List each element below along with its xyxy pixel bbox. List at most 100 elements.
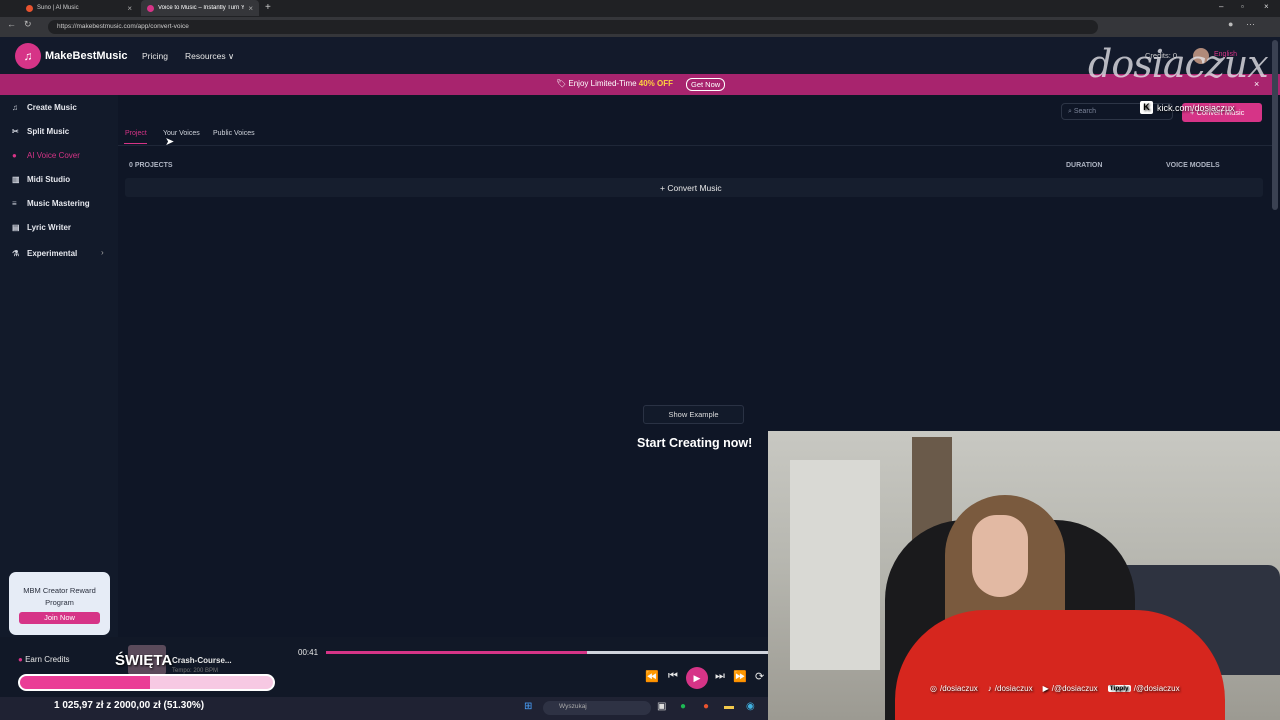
- get-now-button[interactable]: Get Now: [686, 78, 726, 91]
- instagram-icon: ◎: [930, 684, 937, 693]
- progress-fill: [326, 651, 587, 654]
- sidebar-item-label: Lyric Writer: [27, 222, 72, 232]
- fast-forward-icon[interactable]: ⏩: [733, 670, 747, 683]
- tab-title: Suno | AI Music: [37, 5, 79, 11]
- windows-start-icon[interactable]: ⊞: [524, 701, 532, 712]
- nav-resources-label: Resources: [185, 51, 226, 61]
- previous-icon[interactable]: ⏮: [668, 670, 678, 683]
- taskbar-search-input[interactable]: Wyszukaj: [543, 701, 651, 715]
- column-voice-models: VOICE MODELS: [1166, 162, 1220, 169]
- sidebar-item-label: Split Music: [27, 126, 70, 136]
- repeat-icon[interactable]: ⟳: [755, 670, 764, 683]
- search-placeholder: Search: [1073, 108, 1097, 115]
- app-icon[interactable]: ●: [703, 701, 709, 712]
- promo-text: 🏷 Enjoy Limited-Time 40% OFF: [556, 79, 673, 88]
- minimize-icon[interactable]: –: [1219, 2, 1223, 11]
- sidebar-item-experimental[interactable]: ⚗ Experimental: [12, 246, 77, 260]
- social-links-overlay: ◎/dosiaczux ♪/dosiaczux ▶/@dosiaczux Tip…: [930, 684, 1180, 693]
- track-title: Crash-Course...: [172, 656, 232, 665]
- nav-resources[interactable]: Resources ∨: [185, 51, 234, 62]
- tab-title: Voice to Music – Instantly Turn Yo: [158, 5, 245, 11]
- sidebar-item-music-mastering[interactable]: ≡ Music Mastering: [12, 196, 90, 210]
- promo-discount: 40% OFF: [638, 79, 674, 88]
- equalizer-icon: ≡: [12, 198, 17, 208]
- stream-title-overlay: ŚWIĘTA: [115, 652, 173, 669]
- webcam-person-body: [895, 610, 1225, 720]
- folder-icon[interactable]: ▬: [724, 701, 734, 712]
- convert-music-row-label[interactable]: + Convert Music: [660, 183, 722, 193]
- url-input[interactable]: https://makebestmusic.com/app/convert-vo…: [48, 20, 1098, 34]
- tab-underline: [124, 143, 147, 144]
- empty-state-title: Start Creating now!: [637, 436, 753, 450]
- webcam-person-face: [972, 515, 1028, 597]
- sidebar-item-lyric-writer[interactable]: ▤ Lyric Writer: [12, 220, 71, 234]
- close-tab-icon[interactable]: ×: [248, 4, 253, 13]
- playback-time: 00:41: [298, 648, 319, 657]
- tab-project[interactable]: Project: [125, 130, 147, 137]
- youtube-icon: ▶: [1042, 684, 1049, 693]
- kick-icon: K: [1140, 101, 1153, 114]
- show-example-button[interactable]: Show Example: [643, 405, 744, 424]
- sidebar-item-label: Experimental: [27, 248, 78, 258]
- social-youtube: ▶/@dosiaczux: [1043, 684, 1098, 693]
- music-note-icon: ♫: [12, 102, 18, 112]
- sidebar-item-midi-studio[interactable]: ▥ Midi Studio: [12, 172, 70, 186]
- menu-icon[interactable]: ⋯: [1246, 19, 1255, 30]
- social-tipply: Tipply/@dosiaczux: [1107, 684, 1180, 693]
- reward-title: MBM Creator Reward Program: [23, 586, 96, 607]
- new-tab-icon[interactable]: +: [265, 2, 271, 13]
- sidebar-item-ai-voice-cover[interactable]: ● AI Voice Cover: [12, 148, 80, 162]
- brand-name[interactable]: MakeBestMusic: [45, 50, 128, 62]
- profile-icon[interactable]: ●: [1228, 19, 1233, 29]
- sidebar-item-label: AI Voice Cover: [27, 150, 80, 160]
- streamer-watermark: dosiaczux: [1088, 42, 1269, 86]
- document-icon: ▤: [12, 222, 20, 232]
- edge-icon[interactable]: ◉: [746, 701, 755, 712]
- sidebar-item-split-music[interactable]: ✂ Split Music: [12, 124, 69, 138]
- kick-url: kick.com/dosiaczux: [1157, 102, 1235, 113]
- column-duration: DURATION: [1066, 162, 1103, 169]
- coin-icon: ●: [18, 655, 23, 664]
- social-handle: /dosiaczux: [939, 684, 978, 693]
- social-handle: /@dosiaczux: [1051, 684, 1098, 693]
- task-view-icon[interactable]: ▣: [657, 701, 666, 712]
- social-instagram: ◎/dosiaczux: [930, 684, 978, 693]
- flask-icon: ⚗: [12, 248, 20, 258]
- sidebar-item-label: Create Music: [27, 102, 77, 112]
- reload-icon[interactable]: ↻: [24, 19, 32, 30]
- tag-icon: 🏷: [556, 79, 567, 88]
- projects-count: 0 PROJECTS: [129, 162, 173, 169]
- sidebar-item-create-music[interactable]: ♫ Create Music: [12, 100, 77, 114]
- scrollbar[interactable]: [1272, 40, 1278, 210]
- earn-credits-link[interactable]: ● Earn Credits: [18, 655, 70, 664]
- mic-icon: ●: [12, 150, 17, 160]
- close-tab-icon[interactable]: ×: [127, 4, 132, 13]
- tab-public-voices[interactable]: Public Voices: [213, 130, 255, 137]
- rewind-icon[interactable]: ⏪: [645, 670, 659, 683]
- chevron-down-icon: ∨: [228, 51, 235, 61]
- social-handle: /dosiaczux: [994, 684, 1033, 693]
- divider: [118, 145, 1278, 146]
- tiktok-icon: ♪: [987, 684, 992, 693]
- next-icon[interactable]: ⏭: [715, 670, 725, 683]
- sidebar-item-label: Music Mastering: [27, 198, 90, 208]
- play-button[interactable]: ▶: [686, 667, 708, 689]
- back-icon[interactable]: ←: [7, 19, 16, 29]
- search-icon: ⌕: [1068, 108, 1072, 115]
- nav-pricing[interactable]: Pricing: [142, 51, 168, 61]
- promo-pre: Enjoy Limited-Time: [568, 79, 639, 88]
- social-handle: /@dosiaczux: [1133, 684, 1180, 693]
- join-now-button[interactable]: Join Now: [19, 612, 100, 624]
- browser-tab-voice-to-music[interactable]: Voice to Music – Instantly Turn Yo ×: [141, 0, 259, 16]
- social-tiktok: ♪/dosiaczux: [988, 684, 1033, 693]
- mouse-cursor-icon: ➤: [165, 136, 175, 148]
- kick-link-overlay: K kick.com/dosiaczux: [1140, 101, 1235, 114]
- logo-icon[interactable]: ♫: [15, 43, 41, 69]
- maximize-icon[interactable]: ▫: [1241, 2, 1244, 11]
- spotify-icon[interactable]: ●: [680, 701, 686, 712]
- piano-icon: ▥: [12, 174, 20, 184]
- chevron-right-icon[interactable]: ›: [101, 248, 104, 257]
- mbm-favicon-icon: [147, 4, 154, 12]
- browser-tab-suno[interactable]: Suno | AI Music ×: [20, 0, 138, 16]
- close-window-icon[interactable]: ×: [1264, 2, 1269, 11]
